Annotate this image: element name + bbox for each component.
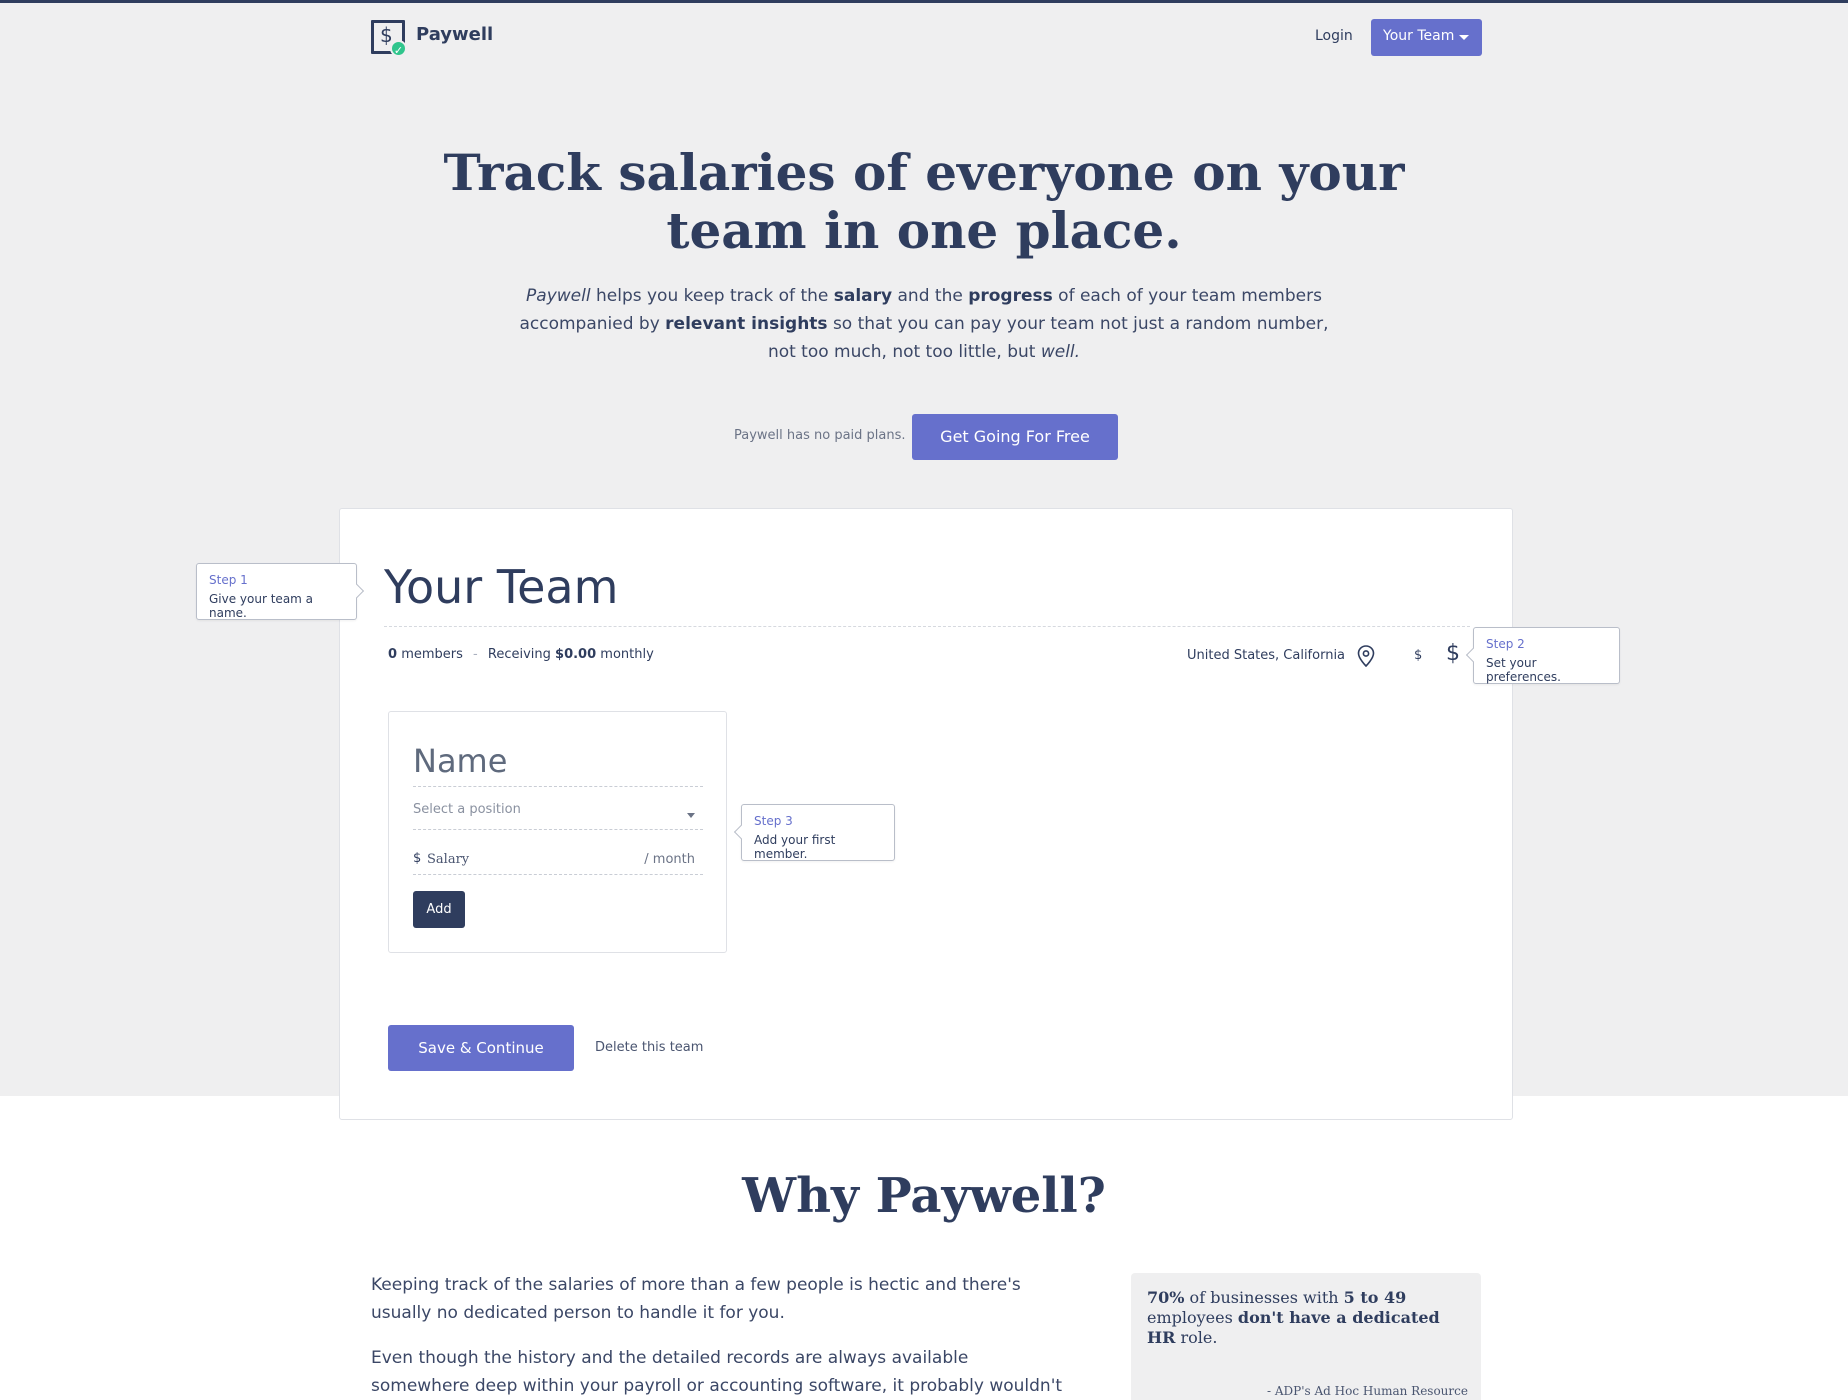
why-paragraph-1: Keeping track of the salaries of more th… bbox=[371, 1275, 1021, 1323]
divider bbox=[384, 626, 1470, 627]
members-label: members bbox=[401, 647, 463, 662]
step1-text: Give your team a name. bbox=[209, 592, 314, 620]
quote-text: employees bbox=[1147, 1308, 1238, 1327]
step2-label: Step 2 bbox=[1486, 637, 1525, 651]
quote-stat: 70% bbox=[1147, 1288, 1185, 1307]
map-pin-icon[interactable] bbox=[1357, 645, 1375, 667]
salary-input[interactable] bbox=[427, 848, 617, 870]
step2-tooltip: Step 2 Set your preferences. bbox=[1465, 627, 1620, 684]
quote-text: of businesses with bbox=[1184, 1288, 1344, 1307]
monthly-amount: $0.00 bbox=[555, 647, 597, 662]
position-select[interactable]: Select a position bbox=[413, 802, 703, 830]
receiving-label: Receiving bbox=[487, 647, 551, 662]
login-link[interactable]: Login bbox=[1315, 28, 1353, 44]
hero-sub-well: well. bbox=[1040, 342, 1081, 362]
brand-name[interactable]: Paywell bbox=[416, 24, 493, 45]
step3-tooltip: Step 3 Add your first member. bbox=[733, 804, 895, 861]
hero-sub-brand: Paywell bbox=[526, 286, 591, 306]
hero-sub-insights: relevant insights bbox=[665, 314, 828, 334]
hero-sub-progress: progress bbox=[968, 286, 1053, 306]
salary-period: / month bbox=[644, 852, 695, 867]
hero-subtitle: Paywell helps you keep track of the sala… bbox=[514, 282, 1334, 366]
team-name-title[interactable]: Your Team bbox=[384, 560, 618, 614]
members-count: 0 bbox=[388, 647, 398, 662]
why-paragraph-2: Even though the history and the detailed… bbox=[371, 1348, 1063, 1396]
location-label[interactable]: United States, California bbox=[1187, 648, 1345, 663]
stats-separator: - bbox=[473, 647, 478, 662]
step1-tooltip: Step 1 Give your team a name. bbox=[196, 563, 365, 620]
quote-source: - ADP's Ad Hoc Human Resource bbox=[1267, 1384, 1468, 1398]
step3-text: Add your first member. bbox=[754, 833, 836, 861]
stat-quote-box: 70% of businesses with 5 to 49 employees… bbox=[1131, 1273, 1481, 1400]
hero-title: Track salaries of everyone on your team … bbox=[443, 143, 1405, 260]
no-paid-plans-note: Paywell has no paid plans. bbox=[734, 428, 906, 443]
salary-currency: $ bbox=[413, 851, 422, 866]
team-stats: 0 members - Receiving $0.00 monthly bbox=[388, 647, 654, 662]
caret-down-icon bbox=[1459, 35, 1469, 40]
get-going-free-button[interactable]: Get Going For Free bbox=[912, 414, 1118, 460]
check-icon: ✓ bbox=[390, 40, 407, 57]
your-team-label: Your Team bbox=[1383, 28, 1455, 44]
member-name-input[interactable] bbox=[413, 735, 703, 787]
paywell-logo-icon[interactable]: $ ✓ bbox=[371, 20, 407, 57]
step1-label: Step 1 bbox=[209, 573, 248, 587]
hero-sub-text: helps you keep track of the bbox=[590, 286, 834, 306]
step2-text: Set your preferences. bbox=[1486, 656, 1561, 684]
period-label: monthly bbox=[600, 647, 654, 662]
hero-sub-salary: salary bbox=[833, 286, 893, 306]
dollar-icon[interactable]: $ bbox=[1446, 641, 1460, 666]
your-team-dropdown-button[interactable]: Your Team bbox=[1371, 19, 1482, 56]
quote-range: 5 to 49 bbox=[1343, 1288, 1407, 1307]
add-member-button[interactable]: Add bbox=[413, 891, 465, 928]
position-placeholder: Select a position bbox=[413, 802, 521, 817]
quote-text: role. bbox=[1175, 1328, 1218, 1347]
why-paywell-title: Why Paywell? bbox=[742, 1168, 1106, 1224]
save-continue-button[interactable]: Save & Continue bbox=[388, 1025, 574, 1071]
delete-team-link[interactable]: Delete this team bbox=[595, 1040, 703, 1055]
select-arrow-icon bbox=[687, 813, 695, 818]
step3-label: Step 3 bbox=[754, 814, 793, 828]
currency-option-small[interactable]: $ bbox=[1414, 648, 1422, 663]
hero-sub-text: and the bbox=[892, 286, 969, 306]
salary-field: $ / month bbox=[413, 848, 703, 875]
